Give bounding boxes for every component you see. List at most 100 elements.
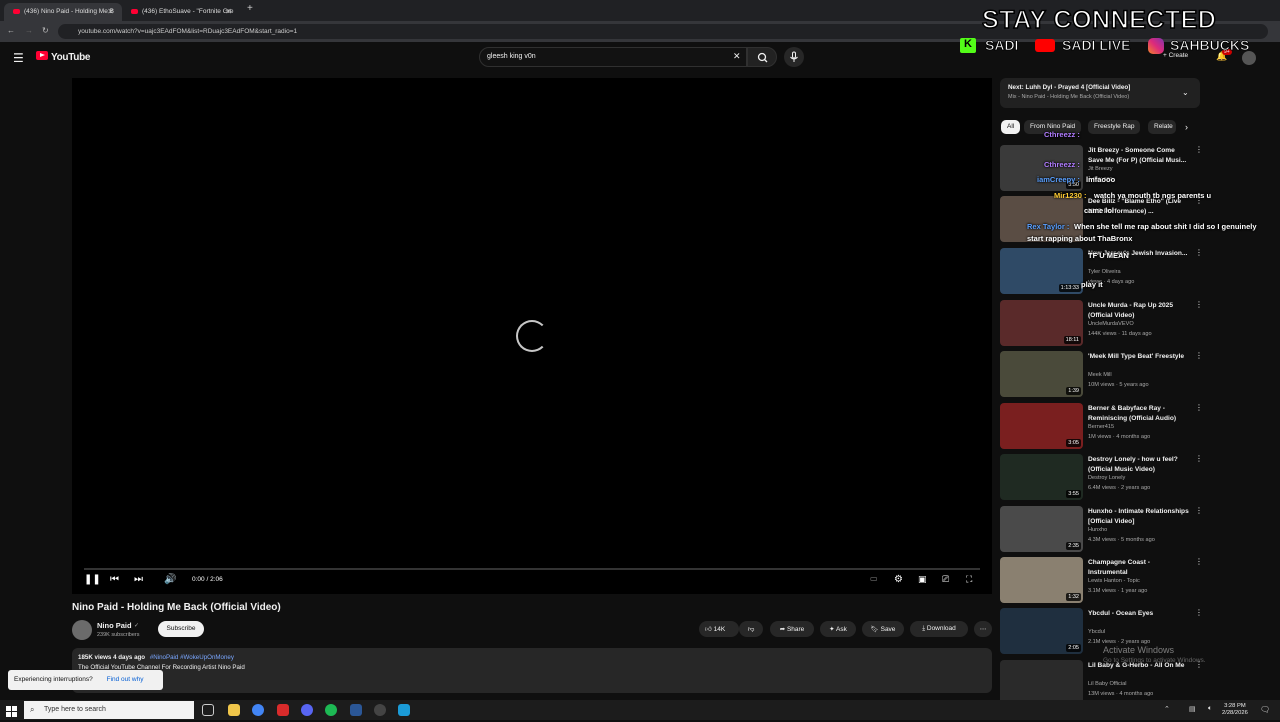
- up-next-box[interactable]: Next: Luhh Dyl - Prayed 4 [Official Vide…: [1000, 78, 1200, 108]
- tray-chevron-icon[interactable]: ⌃: [1164, 705, 1170, 713]
- chip-freestyle-rap[interactable]: Freestyle Rap: [1088, 120, 1141, 134]
- close-tab-icon[interactable]: ✕: [107, 7, 114, 16]
- recommendation-title[interactable]: Destroy Lonely - how u feel? (Official M…: [1088, 455, 1190, 474]
- hashtags[interactable]: #NinoPaid #WokeUpOnMoney: [150, 654, 234, 661]
- close-tab-icon[interactable]: ✕: [225, 7, 232, 16]
- recommendation-channel[interactable]: Jit Breezy: [1088, 166, 1113, 172]
- chevron-right-icon[interactable]: ›: [1185, 122, 1188, 132]
- recommendation-item[interactable]: 1:39 'Meek Mill Type Beat' Freestyle Meek …: [1000, 351, 1210, 397]
- video-thumbnail[interactable]: 1:32: [1000, 557, 1083, 603]
- app-icon[interactable]: [277, 704, 289, 716]
- back-icon[interactable]: ←: [7, 26, 15, 35]
- youtube-logo-icon[interactable]: [36, 51, 48, 60]
- share-button[interactable]: ➦ Share: [770, 621, 814, 637]
- network-icon[interactable]: ▤: [1189, 705, 1196, 713]
- chrome-icon[interactable]: [252, 704, 264, 716]
- captions-icon[interactable]: ▭: [870, 574, 878, 583]
- recommendation-channel[interactable]: Lil Baby Official: [1088, 681, 1126, 687]
- app-icon[interactable]: [350, 704, 362, 716]
- video-thumbnail[interactable]: 2:05: [1000, 608, 1083, 654]
- subscribe-button[interactable]: Subscribe: [158, 621, 204, 637]
- recommendation-title[interactable]: 'Meek Mill Type Beat' Freestyle: [1088, 352, 1190, 362]
- recommendation-item[interactable]: 3:50 Jit Breezy - Someone Come Save Me (F…: [1000, 145, 1210, 191]
- recommendation-item[interactable]: 3:05 Berner & Babyface Ray - Reminiscing …: [1000, 403, 1210, 449]
- recommendation-channel[interactable]: Hunxho: [1088, 527, 1107, 533]
- more-options-icon[interactable]: ⋮: [1195, 248, 1203, 257]
- recommendation-channel[interactable]: Meek Mill: [1088, 372, 1112, 378]
- recommendation-title[interactable]: Hunxho - Intimate Relationships [Officia…: [1088, 507, 1190, 526]
- download-button[interactable]: ⤓ Download: [910, 621, 968, 637]
- save-button[interactable]: 🔖︎ Save: [862, 621, 904, 637]
- youtube-wordmark[interactable]: YouTube: [51, 52, 91, 63]
- account-avatar[interactable]: [1242, 51, 1256, 65]
- video-thumbnail[interactable]: 2:35: [1000, 506, 1083, 552]
- recommendation-item[interactable]: 2:35 Hunxho - Intimate Relationships [Off…: [1000, 506, 1210, 552]
- taskbar-search-input[interactable]: ⌕ Type here to search: [24, 701, 194, 719]
- reload-icon[interactable]: ↻: [42, 26, 49, 35]
- cast-icon[interactable]: ⎚: [942, 574, 949, 585]
- volume-icon[interactable]: 🔊: [164, 574, 176, 585]
- discord-icon[interactable]: [301, 704, 313, 716]
- obs-icon[interactable]: [374, 704, 386, 716]
- menu-icon[interactable]: ☰: [13, 52, 24, 64]
- video-thumbnail[interactable]: 18:11: [1000, 300, 1083, 346]
- forward-icon[interactable]: →: [25, 26, 33, 35]
- video-player[interactable]: ❚❚ ⏮ ⏭ 🔊 0:00 / 2:06 ▭ ⚙ ▣ ⎚ ⛶: [72, 78, 992, 594]
- windows-start-icon[interactable]: [6, 704, 17, 717]
- more-options-icon[interactable]: ⋮: [1195, 403, 1203, 412]
- video-thumbnail[interactable]: 1:13:33: [1000, 248, 1083, 294]
- volume-tray-icon[interactable]: 🔈︎: [1208, 705, 1212, 713]
- browser-tab-active[interactable]: (436) Nino Paid - Holding Me B ✕: [4, 3, 122, 21]
- more-actions-button[interactable]: ⋯: [974, 621, 992, 637]
- notification-center-icon[interactable]: 🗨︎: [1260, 705, 1270, 714]
- create-button[interactable]: + Create: [1163, 52, 1203, 64]
- recommendation-title[interactable]: Jit Breezy - Someone Come Save Me (For P…: [1088, 146, 1190, 165]
- taskbar-clock[interactable]: 3:28 PM 2/28/2026: [1222, 703, 1248, 717]
- recommendation-channel[interactable]: Lewis Hanton - Topic: [1088, 578, 1140, 584]
- clear-search-icon[interactable]: ✕: [733, 51, 741, 62]
- recommendation-channel[interactable]: UncleMurdaVEVO: [1088, 321, 1134, 327]
- spotify-icon[interactable]: [325, 704, 337, 716]
- pause-icon[interactable]: ❚❚: [84, 574, 101, 585]
- task-view-icon[interactable]: [202, 704, 214, 716]
- more-options-icon[interactable]: ⋮: [1195, 506, 1203, 515]
- voice-search-button[interactable]: [784, 47, 804, 67]
- settings-gear-icon[interactable]: ⚙: [894, 574, 903, 585]
- recommendation-channel[interactable]: Ybcdul: [1088, 629, 1105, 635]
- recommendation-item[interactable]: 1:32 Champagne Coast - Instrumental Lewis …: [1000, 557, 1210, 603]
- chip-related[interactable]: Relate: [1148, 120, 1176, 134]
- recommendation-title[interactable]: Berner & Babyface Ray - Reminiscing (Off…: [1088, 404, 1190, 423]
- recommendation-title[interactable]: Uncle Murda - Rap Up 2025 (Official Vide…: [1088, 301, 1190, 320]
- next-icon[interactable]: ⏭: [134, 574, 143, 585]
- search-button[interactable]: [747, 47, 777, 67]
- recommendation-channel[interactable]: Tyler Oliveira: [1088, 269, 1121, 275]
- video-thumbnail[interactable]: 1:39: [1000, 351, 1083, 397]
- like-button[interactable]: 👍︎ 14K: [699, 621, 739, 637]
- channel-name[interactable]: Nino Paid: [97, 621, 132, 630]
- dislike-button[interactable]: 👎︎: [739, 621, 763, 637]
- more-options-icon[interactable]: ⋮: [1195, 608, 1203, 617]
- ask-button[interactable]: ✦ Ask: [820, 621, 856, 637]
- new-tab-icon[interactable]: +: [247, 3, 253, 14]
- browser-tab[interactable]: (436) EthoSuave - "Fortnite Gre ✕: [122, 3, 240, 21]
- more-options-icon[interactable]: ⋮: [1195, 557, 1203, 566]
- channel-avatar[interactable]: [72, 620, 92, 640]
- previous-icon[interactable]: ⏮: [110, 574, 119, 585]
- recommendation-title[interactable]: Ybcdul - Ocean Eyes: [1088, 609, 1190, 619]
- file-explorer-icon[interactable]: [228, 704, 240, 716]
- chevron-down-icon[interactable]: ⌄: [1182, 88, 1189, 97]
- recommendation-title[interactable]: Champagne Coast - Instrumental: [1088, 558, 1190, 577]
- search-input[interactable]: gleesh king v0n: [479, 47, 747, 67]
- video-thumbnail[interactable]: 3:55: [1000, 454, 1083, 500]
- more-options-icon[interactable]: ⋮: [1195, 454, 1203, 463]
- find-out-why-link[interactable]: Find out why: [107, 676, 144, 683]
- fullscreen-icon[interactable]: ⛶: [966, 574, 972, 585]
- progress-bar[interactable]: [84, 568, 980, 570]
- miniplayer-icon[interactable]: ▣: [918, 574, 927, 585]
- recommendation-channel[interactable]: Berner415: [1088, 424, 1114, 430]
- recommendation-item[interactable]: 18:11 Uncle Murda - Rap Up 2025 (Official…: [1000, 300, 1210, 346]
- video-thumbnail[interactable]: 3:05: [1000, 403, 1083, 449]
- recommendation-channel[interactable]: Destroy Lonely: [1088, 475, 1125, 481]
- more-options-icon[interactable]: ⋮: [1195, 351, 1203, 360]
- more-options-icon[interactable]: ⋮: [1195, 145, 1203, 154]
